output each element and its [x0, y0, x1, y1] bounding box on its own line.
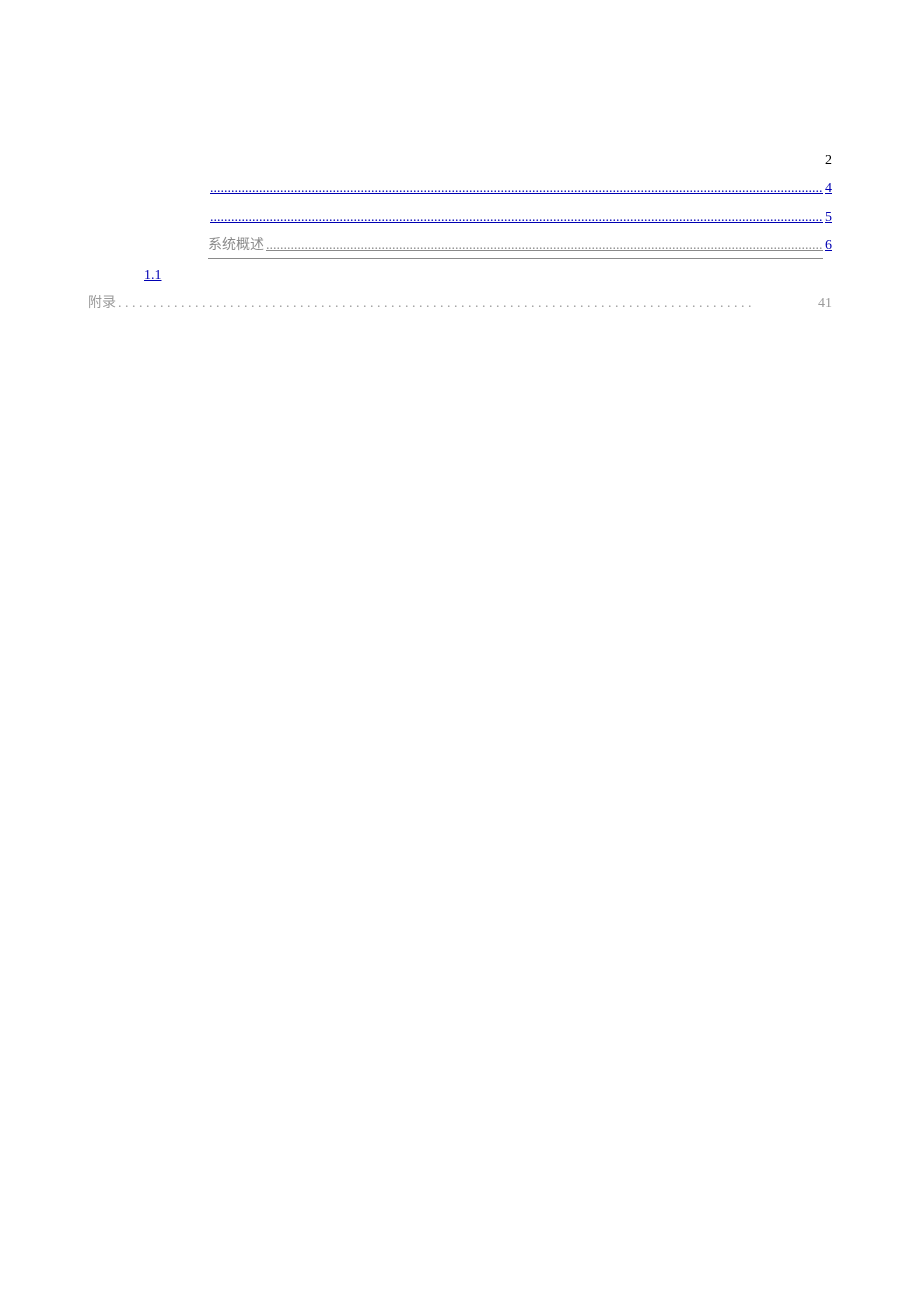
toc-leader: . . . . . . . . . . . . . . . . . . . . …: [118, 293, 816, 315]
toc-page-number: 6: [823, 235, 832, 257]
toc-entry-4: 1.1: [88, 265, 832, 287]
toc-entry-2: ........................................…: [88, 207, 832, 229]
toc-container: 2.......................................…: [88, 150, 832, 315]
toc-page-number: 4: [823, 178, 832, 200]
toc-entry-0: 2: [88, 150, 832, 172]
page-body: 2.......................................…: [0, 0, 920, 315]
toc-label: 附录: [88, 293, 118, 315]
toc-prefix: 1.1: [144, 265, 170, 287]
toc-page-number: 2: [823, 150, 832, 172]
toc-page-number: 41: [816, 293, 832, 315]
toc-entry-1: ........................................…: [88, 178, 832, 200]
toc-page-number: 5: [823, 207, 832, 229]
toc-leader: ........................................…: [266, 235, 823, 258]
toc-label: 系统概述: [208, 235, 266, 258]
toc-entry-5: 附录. . . . . . . . . . . . . . . . . . . …: [88, 293, 832, 315]
toc-leader: ........................................…: [210, 178, 823, 200]
toc-entry-3: 系统概述....................................…: [88, 235, 832, 258]
toc-leader: ........................................…: [210, 207, 823, 229]
